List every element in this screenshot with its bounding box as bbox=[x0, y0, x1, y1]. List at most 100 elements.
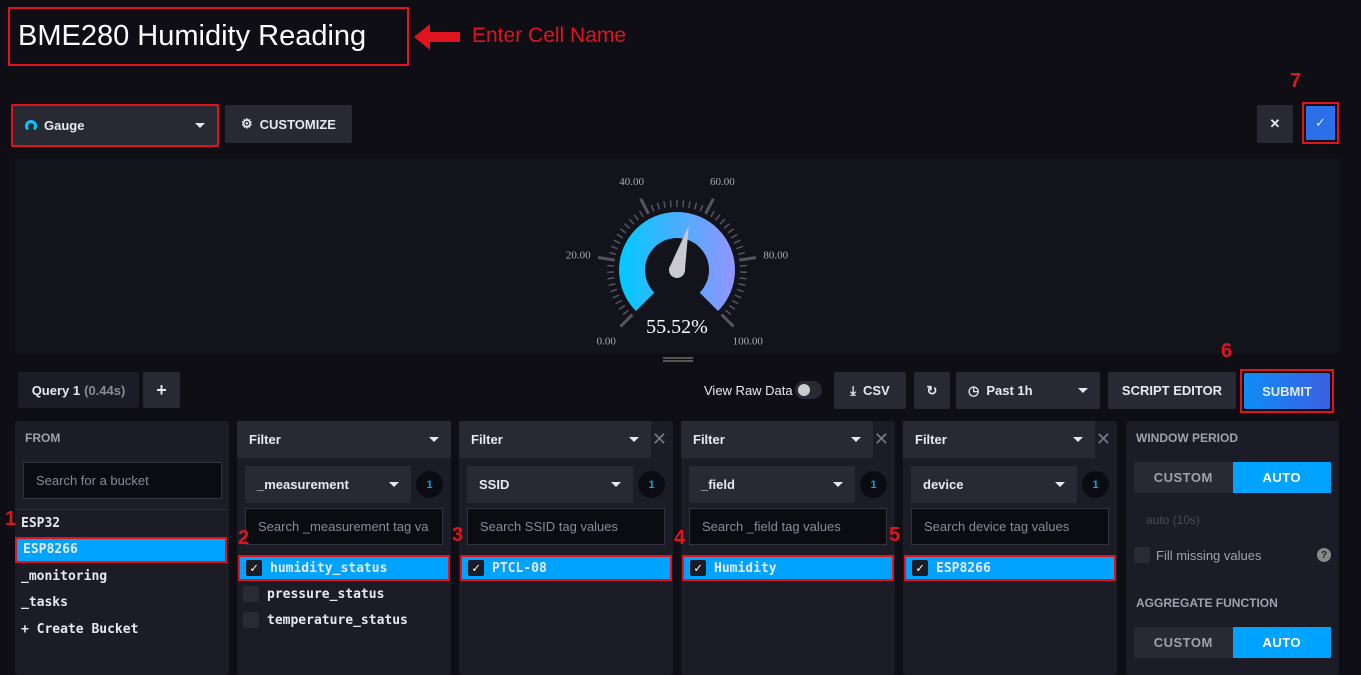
gauge-minor-tick bbox=[736, 245, 744, 250]
gauge-major-tick bbox=[639, 198, 650, 215]
script-editor-button[interactable]: SCRIPT EDITOR bbox=[1108, 372, 1236, 409]
tag-key-dropdown[interactable]: SSID bbox=[467, 466, 633, 503]
tab-query-1[interactable]: Query 1 (0.44s) bbox=[18, 372, 139, 408]
gauge-icon bbox=[25, 119, 37, 132]
from-panel: FROM Search for a bucket ESP32 ESP8266 _mo… bbox=[15, 421, 229, 675]
gauge-minor-tick bbox=[609, 251, 617, 256]
close-icon[interactable]: ✕ bbox=[874, 429, 889, 450]
annotation-6: 6 bbox=[1221, 340, 1233, 362]
filter-function-dropdown[interactable]: Filter bbox=[459, 421, 651, 458]
gauge-minor-tick bbox=[622, 309, 629, 316]
checkbox[interactable] bbox=[243, 586, 259, 602]
chevron-down-icon bbox=[833, 482, 843, 487]
annotation-7: 7 bbox=[1290, 70, 1302, 92]
tag-value-item[interactable]: ✓ PTCL-08 bbox=[460, 555, 672, 581]
view-raw-data-toggle[interactable] bbox=[795, 381, 822, 399]
viz-type-dropdown[interactable]: Gauge bbox=[11, 104, 219, 147]
gauge-minor-tick bbox=[613, 239, 621, 244]
add-query-button[interactable]: + bbox=[143, 372, 180, 408]
refresh-button[interactable]: ↻ bbox=[914, 372, 950, 409]
window-auto-button[interactable]: AUTO bbox=[1232, 462, 1331, 493]
tag-values-search-input[interactable]: Search SSID tag values bbox=[467, 508, 665, 545]
gauge-minor-tick bbox=[727, 228, 735, 234]
aggregate-function-title: AGGREGATE FUNCTION bbox=[1136, 596, 1278, 610]
gauge-minor-tick bbox=[669, 200, 672, 208]
close-icon[interactable]: ✕ bbox=[652, 429, 667, 450]
filter-panel: Filter _measurement 1 Search _measurement t… bbox=[237, 421, 451, 675]
gauge-minor-tick bbox=[723, 223, 731, 229]
cancel-button[interactable]: ✕ bbox=[1257, 105, 1293, 143]
gauge-minor-tick bbox=[615, 299, 623, 305]
gauge-minor-tick bbox=[719, 218, 726, 225]
close-icon: ✕ bbox=[1269, 116, 1281, 131]
gauge-minor-tick bbox=[737, 251, 745, 256]
bucket-item[interactable]: ESP32 bbox=[15, 510, 229, 537]
bucket-item[interactable]: _tasks bbox=[15, 590, 229, 617]
gauge-minor-tick bbox=[638, 210, 644, 218]
time-range-dropdown[interactable]: ◷ Past 1h bbox=[956, 372, 1100, 409]
chevron-down-icon bbox=[629, 437, 639, 442]
create-bucket-button[interactable]: + Create Bucket bbox=[15, 616, 229, 643]
tag-values-search-input[interactable]: Search _field tag values bbox=[689, 508, 887, 545]
gauge-minor-tick bbox=[739, 277, 747, 280]
gauge-minor-tick bbox=[715, 214, 721, 221]
gauge-minor-tick bbox=[656, 202, 661, 210]
tag-values-search-input[interactable]: Search _measurement tag va bbox=[245, 508, 443, 545]
tag-key-dropdown[interactable]: _field bbox=[689, 466, 855, 503]
resize-handle[interactable] bbox=[663, 357, 693, 362]
gauge-minor-tick bbox=[616, 233, 624, 239]
annotation-4: 4 bbox=[674, 527, 686, 549]
download-icon: ⤓ bbox=[850, 382, 856, 398]
annotation-enter-cell-name: Enter Cell Name bbox=[472, 24, 627, 47]
checkbox[interactable]: ✓ bbox=[912, 560, 928, 576]
customize-button[interactable]: ⚙ CUSTOMIZE bbox=[225, 105, 352, 143]
chevron-down-icon bbox=[1055, 482, 1065, 487]
gauge-minor-tick bbox=[619, 228, 627, 234]
confirm-button[interactable]: ✓ bbox=[1302, 102, 1339, 144]
window-period-title: WINDOW PERIOD bbox=[1136, 431, 1238, 445]
gauge-minor-tick bbox=[725, 309, 732, 316]
checkbox[interactable]: ✓ bbox=[246, 560, 262, 576]
close-icon[interactable]: ✕ bbox=[1096, 429, 1111, 450]
gauge-minor-tick bbox=[607, 277, 615, 280]
selected-count-badge: 1 bbox=[1082, 471, 1109, 498]
chevron-down-icon bbox=[851, 437, 861, 442]
gauge-major-tick bbox=[704, 198, 715, 215]
checkbox[interactable]: ✓ bbox=[468, 560, 484, 576]
bucket-search-input[interactable]: Search for a bucket bbox=[23, 462, 222, 499]
filter-function-dropdown[interactable]: Filter bbox=[681, 421, 873, 458]
gauge-minor-tick bbox=[736, 288, 744, 293]
tag-value-item[interactable]: ✓ Humidity bbox=[682, 555, 894, 581]
tag-key-dropdown[interactable]: device bbox=[911, 466, 1077, 503]
checkbox[interactable] bbox=[243, 612, 259, 628]
chevron-down-icon bbox=[195, 123, 205, 128]
tag-value-item[interactable]: temperature_status bbox=[237, 607, 451, 633]
fill-missing-checkbox[interactable] bbox=[1134, 547, 1150, 563]
tag-value-item[interactable]: pressure_status bbox=[237, 581, 451, 607]
tag-values-search-input[interactable]: Search device tag values bbox=[911, 508, 1109, 545]
checkbox[interactable]: ✓ bbox=[690, 560, 706, 576]
tag-value-item[interactable]: ✓ ESP8266 bbox=[904, 555, 1116, 581]
gauge-major-tick bbox=[738, 256, 757, 262]
aggregate-auto-button[interactable]: AUTO bbox=[1232, 627, 1331, 658]
tag-key-dropdown[interactable]: _measurement bbox=[245, 466, 411, 503]
filter-function-dropdown[interactable]: Filter bbox=[237, 421, 451, 458]
filter-function-dropdown[interactable]: Filter bbox=[903, 421, 1095, 458]
gauge-minor-tick bbox=[710, 210, 716, 218]
cell-name-field[interactable]: BME280 Humidity Reading bbox=[8, 7, 409, 66]
gauge-chart: 0.00 20.00 40.00 60.00 80.00 100.00 55.52% bbox=[566, 176, 789, 348]
window-custom-button[interactable]: CUSTOM bbox=[1134, 462, 1233, 493]
submit-button[interactable]: SUBMIT bbox=[1240, 369, 1334, 413]
help-icon[interactable]: ? bbox=[1317, 548, 1331, 562]
tag-value-item[interactable]: ✓ humidity_status bbox=[238, 555, 450, 581]
gauge-minor-tick bbox=[738, 283, 746, 287]
bucket-item[interactable]: ESP8266 bbox=[15, 536, 227, 563]
gauge-minor-tick bbox=[623, 223, 631, 229]
gauge-major-tick bbox=[619, 313, 634, 328]
bucket-item[interactable]: _monitoring bbox=[15, 563, 229, 590]
gauge-minor-tick bbox=[610, 245, 618, 250]
csv-button[interactable]: ⤓ CSV bbox=[834, 372, 906, 409]
aggregate-custom-button[interactable]: CUSTOM bbox=[1134, 627, 1233, 658]
from-label: FROM bbox=[25, 431, 61, 445]
chevron-down-icon bbox=[611, 482, 621, 487]
